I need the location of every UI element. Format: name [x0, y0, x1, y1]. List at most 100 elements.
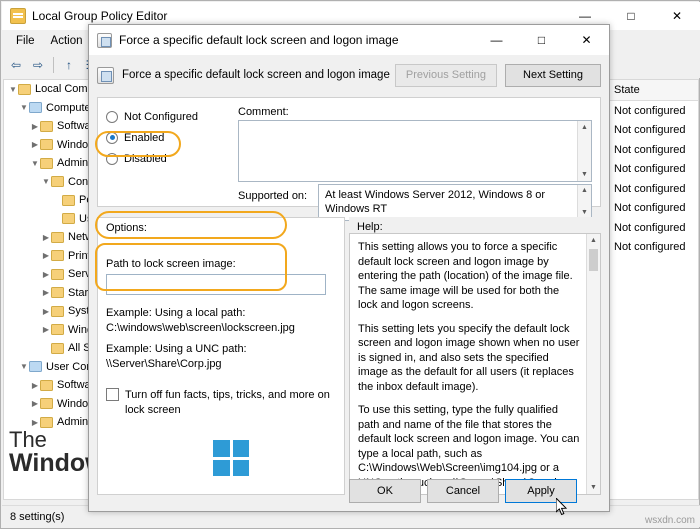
comment-scroll-down-icon[interactable]: ▼: [578, 168, 591, 181]
options-label: Options:: [106, 222, 147, 234]
list-row[interactable]: Not configured: [608, 199, 698, 219]
example-unc-path-text: Example: Using a UNC path: \\Server\Shar…: [106, 343, 247, 370]
help-scrollbar[interactable]: ▲ ▼: [586, 234, 600, 494]
folder-icon: [51, 287, 64, 299]
menu-action[interactable]: Action: [43, 33, 91, 49]
dialog-top-section: Not Configured Enabled Disabled Comment:…: [97, 97, 601, 221]
chevron-icon[interactable]: ▼: [19, 103, 29, 112]
policy-setting-icon: [97, 32, 112, 48]
chevron-icon[interactable]: ▶: [30, 140, 40, 149]
next-setting-button[interactable]: Next Setting: [505, 63, 601, 87]
chevron-icon[interactable]: ▶: [41, 288, 51, 297]
folder-icon: [29, 102, 42, 114]
folder-icon: [29, 361, 42, 373]
folder-icon: [40, 120, 53, 132]
dialog-footer: OK Cancel Apply: [89, 471, 609, 511]
supported-on-text: At least Windows Server 2012, Windows 8 …: [325, 189, 546, 215]
back-icon[interactable]: ⇦: [6, 55, 26, 75]
dialog-maximize-button[interactable]: □: [519, 25, 564, 55]
folder-icon: [18, 83, 31, 95]
list-row[interactable]: Not configured: [608, 121, 698, 141]
example-local-path: Example: Using a local path: C:\windows\…: [106, 306, 295, 336]
chevron-icon[interactable]: ▶: [41, 233, 51, 242]
help-scroll-thumb[interactable]: [589, 249, 598, 271]
state-radio-group: Not Configured Enabled Disabled: [106, 106, 231, 169]
policy-setting-dialog: Force a specific default lock screen and…: [88, 24, 610, 512]
list-row[interactable]: Not configured: [608, 160, 698, 180]
mouse-cursor: [556, 498, 568, 516]
list-row[interactable]: Not configured: [608, 179, 698, 199]
help-scroll-up-icon[interactable]: ▲: [587, 234, 600, 247]
chevron-icon[interactable]: ▶: [41, 251, 51, 260]
turn-off-fun-facts-checkbox-row[interactable]: Turn off fun facts, tips, tricks, and mo…: [106, 388, 334, 418]
chevron-icon[interactable]: ▶: [41, 307, 51, 316]
turn-off-fun-facts-checkbox[interactable]: [106, 388, 119, 401]
cancel-button[interactable]: Cancel: [427, 479, 499, 503]
folder-icon: [40, 379, 53, 391]
radio-disabled-label: Disabled: [124, 152, 167, 165]
background-maximize-button[interactable]: □: [608, 2, 654, 30]
dialog-minimize-button[interactable]: —: [474, 25, 519, 55]
chevron-icon[interactable]: ▼: [30, 159, 40, 168]
radio-not-configured[interactable]: Not Configured: [106, 106, 231, 127]
dialog-header: Force a specific default lock screen and…: [89, 55, 609, 95]
comment-scroll-up-icon[interactable]: ▲: [578, 121, 591, 134]
dialog-close-button[interactable]: ✕: [564, 25, 609, 55]
forward-icon[interactable]: ⇨: [28, 55, 48, 75]
chevron-icon[interactable]: ▶: [30, 122, 40, 131]
help-paragraph: This setting lets you specify the defaul…: [358, 322, 580, 393]
help-body[interactable]: This setting allows you to force a speci…: [349, 233, 601, 495]
comment-scrollbar[interactable]: ▲ ▼: [577, 121, 591, 181]
help-text: This setting allows you to force a speci…: [350, 234, 600, 494]
path-to-lock-screen-image-label: Path to lock screen image:: [106, 258, 236, 270]
list-row[interactable]: Not configured: [608, 101, 698, 121]
chevron-icon[interactable]: ▶: [30, 399, 40, 408]
radio-not-configured-label: Not Configured: [124, 110, 198, 123]
supported-scrollbar[interactable]: ▲ ▼: [577, 185, 591, 220]
list-row[interactable]: Not configured: [608, 218, 698, 238]
comment-input[interactable]: ▲ ▼: [238, 120, 592, 182]
dialog-window-controls: — □ ✕: [474, 25, 609, 55]
policy-setting-header-icon: [97, 66, 114, 84]
radio-enabled[interactable]: Enabled: [106, 127, 231, 148]
supported-on-value: At least Windows Server 2012, Windows 8 …: [318, 184, 592, 221]
radio-disabled[interactable]: Disabled: [106, 148, 231, 169]
help-pane: Help: This setting allows you to force a…: [349, 217, 601, 495]
path-to-lock-screen-image-input[interactable]: [106, 274, 326, 295]
ok-button[interactable]: OK: [349, 479, 421, 503]
example-unc-path: Example: Using a UNC path: \\Server\Shar…: [106, 342, 247, 372]
chevron-icon[interactable]: ▶: [30, 418, 40, 427]
chevron-icon[interactable]: ▶: [30, 381, 40, 390]
menu-file[interactable]: File: [8, 33, 43, 49]
folder-icon: [40, 157, 53, 169]
corner-url: wsxdn.com: [644, 515, 695, 526]
help-paragraph: This setting allows you to force a speci…: [358, 241, 573, 312]
list-row[interactable]: Not configured: [608, 238, 698, 258]
folder-icon: [62, 213, 75, 225]
folder-icon: [51, 342, 64, 354]
chevron-icon[interactable]: ▶: [41, 325, 51, 334]
folder-icon: [51, 305, 64, 317]
background-window-title: Local Group Policy Editor: [32, 9, 168, 23]
dialog-header-title: Force a specific default lock screen and…: [122, 69, 390, 81]
dialog-titlebar: Force a specific default lock screen and…: [89, 25, 609, 55]
supported-scroll-up-icon[interactable]: ▲: [578, 185, 591, 198]
list-row[interactable]: Not configured: [608, 140, 698, 160]
help-label: Help:: [357, 221, 383, 233]
policy-list-pane[interactable]: State Not configured Not configured Not co…: [607, 79, 699, 500]
folder-icon: [51, 231, 64, 243]
turn-off-fun-facts-label: Turn off fun facts, tips, tricks, and mo…: [125, 389, 330, 416]
comment-label: Comment:: [238, 106, 289, 118]
up-icon[interactable]: ↑: [59, 55, 79, 75]
previous-setting-button[interactable]: Previous Setting: [394, 63, 497, 87]
chevron-icon[interactable]: ▼: [8, 85, 18, 94]
chevron-icon[interactable]: ▶: [41, 270, 51, 279]
list-column-header-state[interactable]: State: [608, 80, 698, 101]
chevron-icon[interactable]: ▼: [19, 362, 29, 371]
dialog-title: Force a specific default lock screen and…: [119, 33, 399, 47]
background-close-button[interactable]: ✕: [654, 2, 700, 30]
example-local-path-text: Example: Using a local path: C:\windows\…: [106, 307, 295, 334]
folder-icon: [62, 194, 75, 206]
toolbar-separator: [53, 57, 54, 73]
chevron-icon[interactable]: ▼: [41, 177, 51, 186]
